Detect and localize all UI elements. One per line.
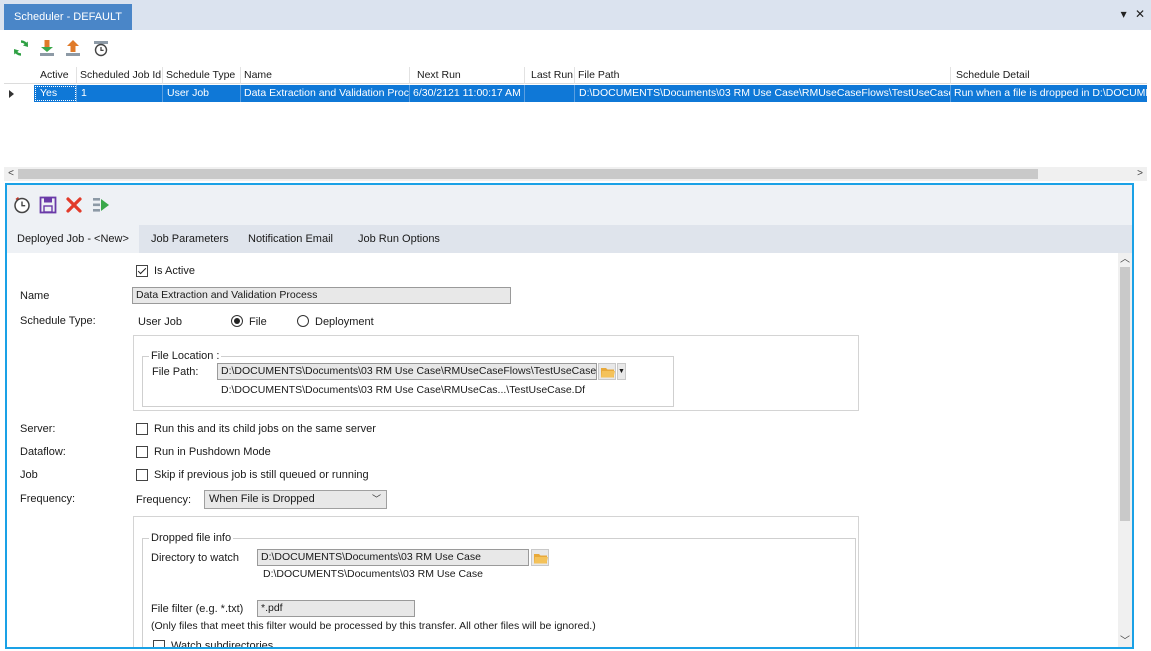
skip-queued-label: Skip if previous job is still queued or … [154,469,369,481]
tab-job-run-options[interactable]: Job Run Options [348,225,450,253]
frequency-label: Frequency: [20,493,76,505]
dropped-file-legend: Dropped file info [149,532,234,544]
main-toolbar [0,30,1151,66]
directory-short: D:\DOCUMENTS\Documents\03 RM Use Case [263,568,483,580]
frequency-inner-label: Frequency: [136,494,192,506]
frequency-select-value: When File is Dropped [209,493,315,505]
table-row[interactable]: Yes 1 User Job Data Extraction and Valid… [34,85,1147,102]
schedule-type-value: User Job [138,316,183,328]
name-label: Name [20,290,50,302]
run-job-icon[interactable] [92,196,110,214]
close-icon[interactable]: ✕ [1135,7,1145,21]
file-filter-note: (Only files that meet this filter would … [151,620,596,632]
cell-active[interactable]: Yes [34,85,77,102]
refresh-icon[interactable] [12,39,30,57]
directory-input[interactable]: D:\DOCUMENTS\Documents\03 RM Use Case [257,549,529,566]
folder-icon [601,368,615,378]
file-path-short: D:\DOCUMENTS\Documents\03 RM Use Case\RM… [221,384,586,396]
column-header-active[interactable]: Active [34,67,77,84]
cell-schedule-type[interactable]: User Job [163,85,241,102]
file-location-legend: File Location : [149,350,222,362]
watch-subdirectories-checkbox[interactable] [153,640,165,647]
scheduled-jobs-grid: Active Scheduled Job Id Schedule Type Na… [4,67,1147,167]
row-indicator[interactable] [4,85,34,102]
deployed-job-form: Is Active Name Data Extraction and Valid… [7,253,1118,649]
browse-directory-button[interactable] [531,549,549,566]
schedule-icon[interactable] [92,39,110,57]
file-filter-input[interactable]: *.pdf [257,600,415,617]
window-title-tab[interactable]: Scheduler - DEFAULT [4,4,133,30]
column-header-file-path[interactable]: File Path [575,67,951,84]
delete-icon[interactable] [65,196,83,214]
job-detail-panel: Deployed Job - <New> Job Parameters Noti… [5,183,1134,649]
dropped-file-fieldset: Dropped file info Directory to watch D:\… [142,532,856,649]
file-location-fieldset: File Location : File Path: D:\DOCUMENTS\… [142,350,674,407]
cell-name[interactable]: Data Extraction and Validation Process [241,85,410,102]
scroll-left-arrow[interactable]: < [4,167,18,181]
skip-queued-checkbox[interactable] [136,469,148,481]
tab-notification-email[interactable]: Notification Email [238,225,343,253]
deployment-radio[interactable] [297,315,309,327]
folder-icon [534,554,548,564]
scroll-down-arrow[interactable]: ﹀ [1118,635,1132,647]
scroll-up-arrow[interactable]: ︿ [1118,253,1132,267]
deployment-radio-label: Deployment [315,316,374,328]
schedule-clock-icon[interactable] [13,196,31,214]
tab-deployed-job[interactable]: Deployed Job - <New> [7,225,139,253]
form-vertical-scrollbar[interactable]: ︿ ﹀ [1118,253,1132,647]
column-header-last-run[interactable]: Last Run [525,67,575,84]
cell-next-run[interactable]: 6/30/2121 11:00:17 AM [410,85,525,102]
file-radio[interactable] [231,315,243,327]
dataflow-label: Dataflow: [20,446,66,458]
schedule-type-label: Schedule Type: [20,315,96,327]
file-path-dropdown-icon[interactable]: ▼ [617,363,626,380]
grid-header: Active Scheduled Job Id Schedule Type Na… [4,67,1147,84]
pin-dropdown-icon[interactable]: ▾ [1121,7,1127,21]
scrollbar-thumb[interactable] [18,169,1038,179]
directory-label: Directory to watch [151,552,240,564]
file-path-input[interactable]: D:\DOCUMENTS\Documents\03 RM Use Case\RM… [217,363,597,380]
server-label: Server: [20,423,56,435]
file-radio-label: File [249,316,267,328]
pushdown-mode-label: Run in Pushdown Mode [154,446,271,458]
column-header-next-run[interactable]: Next Run [410,67,525,84]
cell-job-id[interactable]: 1 [77,85,163,102]
same-server-checkbox[interactable] [136,423,148,435]
upload-icon[interactable] [64,39,82,57]
chevron-down-icon: ﹀ [371,494,381,504]
same-server-label: Run this and its child jobs on the same … [154,423,376,435]
file-filter-label: File filter (e.g. *.txt) [151,603,244,615]
dropped-file-group: Dropped file info Directory to watch D:\… [133,516,859,649]
cell-schedule-detail[interactable]: Run when a file is dropped in D:\DOCUMEN… [951,85,1147,102]
scroll-right-arrow[interactable]: > [1133,167,1147,181]
title-bar: Scheduler - DEFAULT ▾ ✕ [0,0,1151,30]
grid-horizontal-scrollbar[interactable]: < > [4,167,1147,181]
column-header-name[interactable]: Name [241,67,410,84]
cell-last-run[interactable] [525,85,575,102]
detail-toolbar [7,185,1132,225]
column-header-job-id[interactable]: Scheduled Job Id [77,67,163,84]
is-active-checkbox[interactable] [136,265,148,277]
column-header-schedule-detail[interactable]: Schedule Detail [951,67,1147,84]
watch-subdirectories-label: Watch subdirectories [171,640,274,649]
file-location-group: File Location : File Path: D:\DOCUMENTS\… [133,335,859,411]
detail-tabs: Deployed Job - <New> Job Parameters Noti… [7,225,1132,253]
cell-file-path[interactable]: D:\DOCUMENTS\Documents\03 RM Use Case\RM… [575,85,951,102]
download-icon[interactable] [38,39,56,57]
pushdown-mode-checkbox[interactable] [136,446,148,458]
file-path-label: File Path: [152,366,199,378]
browse-file-button[interactable] [598,363,616,380]
name-input[interactable]: Data Extraction and Validation Process [132,287,511,304]
job-label: Job [20,469,38,481]
column-header-schedule-type[interactable]: Schedule Type [163,67,241,84]
tab-job-parameters[interactable]: Job Parameters [141,225,239,253]
frequency-select[interactable]: When File is Dropped ﹀ [204,490,387,509]
save-icon[interactable] [39,196,57,214]
window-controls: ▾ ✕ [1116,7,1145,21]
scrollbar-thumb[interactable] [1120,267,1130,521]
is-active-label: Is Active [154,265,195,277]
